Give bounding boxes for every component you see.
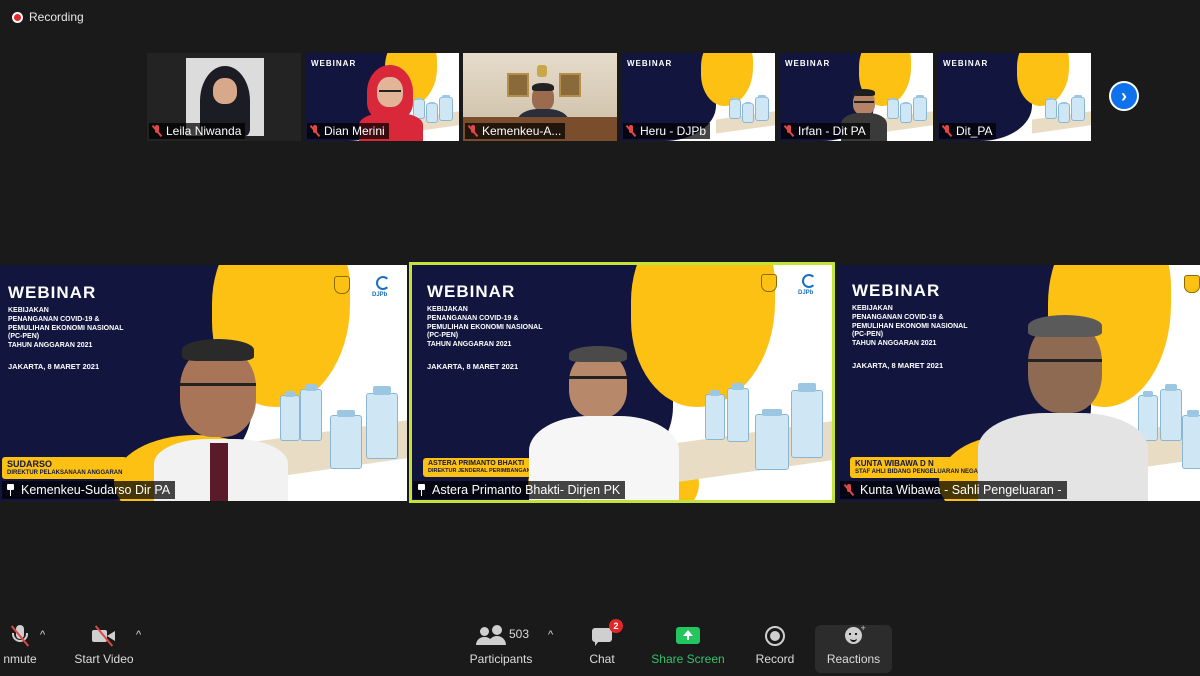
speaker-nameplate: SUDARSO DIREKTUR PELAKSANAAN ANGGARAN <box>2 457 128 479</box>
mic-muted-icon <box>467 125 479 137</box>
participants-button[interactable]: 503 Participants <box>466 617 536 673</box>
kemenkeu-logo <box>334 276 350 294</box>
kemenkeu-logo <box>1184 275 1200 293</box>
recording-icon <box>12 11 23 23</box>
participants-count: 503 <box>509 627 530 641</box>
chat-button[interactable]: 2 Chat <box>584 617 623 673</box>
mic-muted-icon <box>151 125 163 137</box>
kemenkeu-logo <box>761 274 777 292</box>
participant-name-label: Dian Merini <box>307 123 389 139</box>
thumbnail-tile[interactable]: Leila Niwanda <box>147 53 301 141</box>
share-screen-icon <box>676 625 700 647</box>
share-screen-button[interactable]: Share Screen <box>650 617 726 673</box>
participant-name-label: Kemenkeu-Sudarso Dir PA <box>2 481 176 499</box>
mic-muted-icon <box>783 125 795 137</box>
video-tile-kunta[interactable]: WEBINAR KEBIJAKAN PENANGANAN COVID-19 & P… <box>838 265 1200 501</box>
chat-icon: 2 <box>590 619 623 647</box>
mic-muted-icon <box>941 125 953 137</box>
participant-name-label: Heru - DJPb <box>623 123 711 139</box>
thumbnail-tile[interactable]: WEBINAR Irfan - Dit PA <box>779 53 933 141</box>
video-camera-off-icon <box>92 625 116 647</box>
mic-muted-icon <box>309 125 321 137</box>
video-tile-astera[interactable]: WEBINAR KEBIJAKAN PENANGANAN COVID-19 & P… <box>409 262 835 503</box>
participant-thumbnail-strip: Leila Niwanda WEBINAR Dian Merini Kemenk… <box>147 53 1091 141</box>
reactions-smiley-icon: + <box>842 623 866 647</box>
participant-name-label: Irfan - Dit PA <box>781 123 870 139</box>
video-tile-sudarso[interactable]: WEBINAR KEBIJAKAN PENANGANAN COVID-19 & P… <box>0 265 407 501</box>
chat-unread-badge: 2 <box>609 619 623 633</box>
thumbnail-tile[interactable]: WEBINAR Dian Merini <box>305 53 459 141</box>
record-icon <box>763 625 787 647</box>
mic-muted-icon <box>843 484 855 496</box>
thumbnail-tile[interactable]: WEBINAR Heru - DJPb <box>621 53 775 141</box>
mic-muted-icon <box>625 125 637 137</box>
participant-name-label: Kemenkeu-A... <box>465 123 566 139</box>
participants-icon: 503 <box>476 625 530 647</box>
participants-options-caret-icon[interactable]: ^ <box>548 629 553 641</box>
reactions-button[interactable]: + Reactions <box>815 623 892 673</box>
participant-name-label: Leila Niwanda <box>149 123 246 139</box>
pin-icon <box>416 484 427 496</box>
pin-icon <box>5 484 16 496</box>
thumbnail-tile[interactable]: WEBINAR Dit_PA <box>937 53 1091 141</box>
thumbnail-tile[interactable]: Kemenkeu-A... <box>463 53 617 141</box>
recording-indicator[interactable]: Recording <box>12 10 84 24</box>
microphone-muted-icon <box>8 625 32 647</box>
meeting-toolbar: nmute ^ Start Video ^ 503 Participants ^… <box>0 617 1200 676</box>
record-button[interactable]: Record <box>752 617 798 673</box>
start-video-button[interactable]: Start Video <box>70 617 138 673</box>
recording-label: Recording <box>29 10 84 24</box>
djpb-logo <box>376 276 390 290</box>
participant-video <box>529 342 679 503</box>
participant-video <box>150 335 290 501</box>
participant-name-label: Kunta Wibawa - Sahli Pengeluaran - <box>840 481 1067 499</box>
participant-video <box>968 315 1148 501</box>
next-page-arrow-icon[interactable]: › <box>1109 81 1139 111</box>
audio-options-caret-icon[interactable]: ^ <box>40 629 45 641</box>
video-options-caret-icon[interactable]: ^ <box>136 629 141 641</box>
unmute-button[interactable]: nmute <box>0 617 40 673</box>
djpb-logo <box>802 274 816 288</box>
participant-name-label: Dit_PA <box>939 123 997 139</box>
participant-name-label: Astera Primanto Bhakti- Dirjen PK <box>413 481 626 499</box>
